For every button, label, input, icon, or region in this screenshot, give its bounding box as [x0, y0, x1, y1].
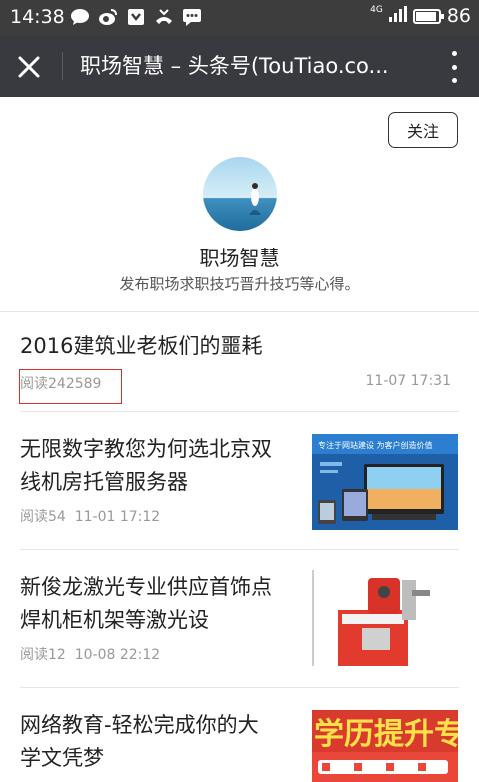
article-item[interactable]: 无限数字教您为何选北京双 线机房托管服务器 阅读54 11-01 17:12 专… — [0, 412, 479, 549]
missed-call-icon — [154, 8, 174, 26]
article-time: 10-08 22:12 — [74, 647, 161, 663]
weibo-icon — [98, 8, 118, 26]
profile-name: 职场智慧 — [199, 246, 280, 270]
article-time: 11-01 17:12 — [74, 509, 161, 525]
thumbnail-banner-text: 学历提升专 — [314, 717, 458, 752]
system-status: 4G 86 — [370, 5, 471, 27]
article-title: 2016建筑业老板们的噩耗 — [20, 334, 263, 358]
article-title-line: 新俊龙激光专业供应首饰点 — [20, 575, 272, 599]
title-bar: 职场智慧 – 头条号(TouTiao.co... — [0, 36, 479, 97]
article-time: 11-07 17:31 — [365, 373, 451, 389]
status-bar: 14:38 4G 86 — [0, 0, 479, 36]
article-item[interactable]: 新俊龙激光专业供应首饰点 焊机柜机架等激光设 阅读12 10-08 22:12 — [0, 550, 479, 687]
highlight-box — [19, 369, 122, 404]
article-title: 网络教育-轻松完成你的大 学文凭梦 — [20, 709, 259, 775]
more-dot-icon — [451, 51, 457, 56]
more-dot-icon — [451, 64, 457, 70]
avatar[interactable] — [203, 157, 277, 231]
article-meta: 阅读12 10-08 22:12 — [20, 644, 160, 664]
article-thumbnail: 专注于网站建设 为客户创造价值 — [312, 434, 458, 530]
signal-icon — [388, 5, 407, 27]
article-thumbnail — [312, 570, 458, 666]
shield-icon — [126, 8, 146, 26]
article-item[interactable]: 网络教育-轻松完成你的大 学文凭梦 学历提升专 — [0, 688, 479, 782]
article-title-line: 网络教育-轻松完成你的大 — [20, 713, 259, 737]
profile-description: 发布职场求职技巧晋升技巧等心得。 — [119, 275, 360, 293]
network-label: 4G — [370, 5, 383, 15]
article-reads: 阅读12 — [20, 647, 66, 663]
chat-bubble-icon — [70, 8, 90, 26]
notification-icons — [70, 8, 202, 26]
page-title: 职场智慧 – 头条号(TouTiao.co... — [80, 54, 389, 78]
battery-level — [415, 11, 437, 21]
article-thumbnail: 学历提升专 — [312, 710, 458, 782]
article-title-line: 焊机柜机架等激光设 — [20, 608, 209, 632]
more-menu-button[interactable] — [449, 51, 459, 83]
article-title-line: 学文凭梦 — [20, 746, 104, 770]
article-reads: 阅读54 — [20, 509, 66, 525]
more-dot-icon — [451, 78, 457, 83]
article-title: 新俊龙激光专业供应首饰点 焊机柜机架等激光设 — [20, 571, 272, 637]
close-icon — [18, 56, 40, 78]
title-divider — [62, 52, 63, 80]
thumbnail-banner-text: 专注于网站建设 为客户创造价值 — [318, 440, 433, 450]
article-title-line: 无限数字教您为何选北京双 — [20, 437, 272, 461]
article-title: 无限数字教您为何选北京双 线机房托管服务器 — [20, 433, 272, 499]
status-time: 14:38 — [10, 6, 65, 28]
article-meta: 阅读54 11-01 17:12 — [20, 506, 160, 526]
close-button[interactable] — [14, 52, 44, 82]
follow-button[interactable]: 关注 — [388, 112, 458, 148]
battery-percent: 86 — [446, 5, 471, 27]
battery-icon — [412, 8, 444, 24]
article-title-line: 线机房托管服务器 — [20, 470, 188, 494]
profile-header: 关注 职场智慧 发布职场求职技巧晋升技巧等心得。 — [0, 97, 479, 311]
message-icon — [182, 8, 202, 26]
